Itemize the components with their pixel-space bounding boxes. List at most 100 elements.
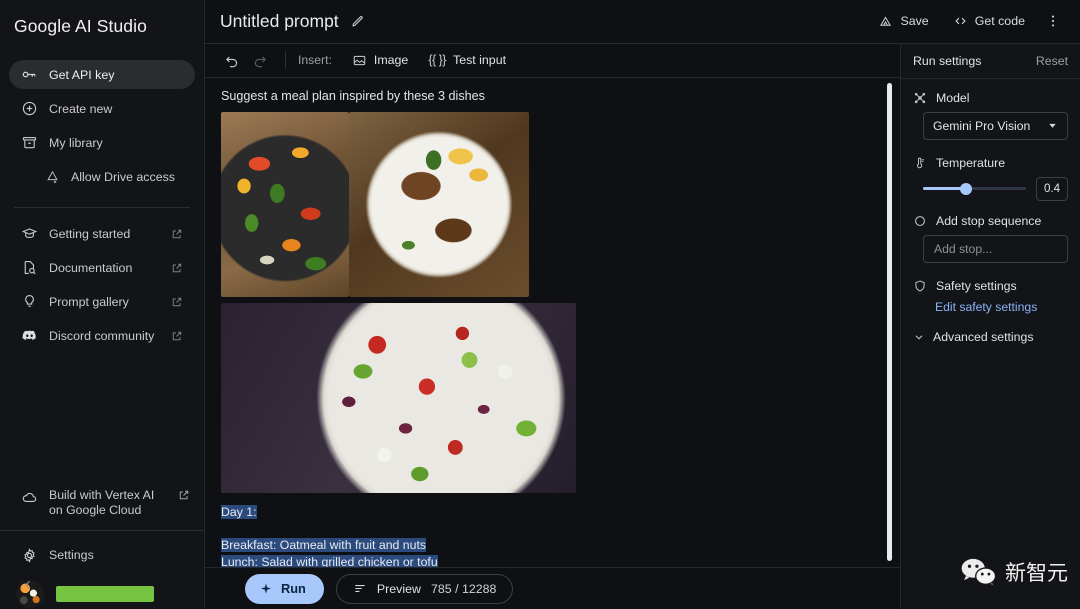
- sidebar-item-label: Documentation: [49, 260, 133, 275]
- model-icon: [913, 91, 927, 105]
- insert-image-button[interactable]: Image: [343, 48, 417, 73]
- prompt-image-greek-salad[interactable]: [221, 302, 576, 493]
- chevron-down-icon: [913, 331, 925, 343]
- curly-braces-icon: {{ }}: [428, 53, 446, 68]
- prompt-image-stirfry[interactable]: [221, 111, 349, 297]
- stop-sequence-label: Add stop sequence: [936, 213, 1042, 228]
- preview-button[interactable]: Preview 785 / 12288: [335, 573, 514, 604]
- sidebar-item-label: Settings: [49, 548, 94, 562]
- temperature-value-input[interactable]: 0.4: [1036, 176, 1068, 201]
- response-line-text: Breakfast: Oatmeal with fruit and nuts: [221, 538, 427, 553]
- redo-icon[interactable]: [247, 47, 273, 73]
- thermometer-icon: [913, 156, 927, 170]
- stop-sequence-input[interactable]: Add stop...: [923, 234, 1068, 263]
- stop-sequence-placeholder: Add stop...: [934, 241, 993, 256]
- sidebar-item-create-new[interactable]: Create new: [9, 94, 195, 123]
- sidebar-item-vertex-ai[interactable]: Build with Vertex AI on Google Cloud: [0, 488, 204, 518]
- page-title: Untitled prompt: [220, 10, 339, 31]
- sidebar-item-settings[interactable]: Settings: [0, 543, 204, 567]
- wechat-icon: [960, 557, 998, 587]
- toolbar-separator: [285, 51, 286, 70]
- sidebar-item-label: Prompt gallery: [49, 294, 129, 309]
- app-brand: Google AI Studio: [14, 16, 147, 36]
- circle-icon: [913, 214, 927, 228]
- slider-thumb[interactable]: [960, 182, 973, 195]
- temperature-slider-row: 0.4: [923, 176, 1068, 201]
- safety-settings-label: Safety settings: [936, 278, 1017, 293]
- prompt-image-row: [221, 111, 876, 297]
- plus-circle-icon: [21, 100, 38, 117]
- sidebar-item-discord-community[interactable]: Discord community: [9, 321, 195, 350]
- prompt-text: Suggest a meal plan inspired by these 3 …: [221, 88, 485, 103]
- prompt-image-grilled-chicken[interactable]: [349, 111, 529, 297]
- preview-label: Preview: [376, 581, 421, 596]
- chevron-left-icon: [21, 578, 35, 592]
- response-line-text: Lunch: Salad with grilled chicken or tof…: [221, 554, 438, 568]
- sidebar-item-label: Build with Vertex AI on Google Cloud: [49, 488, 155, 517]
- image-icon: [352, 53, 367, 68]
- top-bar: Untitled prompt Save Get code: [205, 0, 1080, 44]
- sidebar-item-get-api-key[interactable]: Get API key: [9, 60, 195, 89]
- stop-sequence-label-row: Add stop sequence: [913, 214, 1068, 228]
- key-icon: [21, 66, 38, 83]
- undo-icon[interactable]: [219, 47, 245, 73]
- advanced-settings-label: Advanced settings: [933, 329, 1034, 344]
- discord-icon: [21, 327, 38, 344]
- external-link-icon: [171, 228, 183, 240]
- external-link-icon: [171, 330, 183, 342]
- insert-label: Insert:: [298, 53, 332, 68]
- lightbulb-icon: [21, 293, 38, 310]
- temperature-label-row: Temperature: [913, 156, 1068, 170]
- model-select[interactable]: Gemini Pro Vision: [923, 111, 1068, 140]
- sidebar-divider: [14, 207, 190, 208]
- sidebar-item-documentation[interactable]: Documentation: [9, 253, 195, 282]
- temperature-slider[interactable]: [923, 182, 1026, 196]
- run-bar: Run Preview 785 / 12288: [205, 567, 900, 609]
- sidebar-item-label: Getting started: [49, 226, 131, 241]
- run-button[interactable]: Run: [245, 573, 324, 604]
- day-heading-text: Day 1:: [221, 504, 257, 519]
- sidebar-item-label: Discord community: [49, 328, 155, 343]
- prompt-editor[interactable]: Suggest a meal plan inspired by these 3 …: [205, 78, 900, 568]
- main-area: Untitled prompt Save Get code Insert: Im…: [205, 0, 1080, 609]
- chevron-down-icon: [1047, 120, 1058, 131]
- sidebar-item-my-library[interactable]: My library: [9, 128, 195, 157]
- app-root: Google AI Studio Get API key Create new: [0, 0, 1080, 609]
- sidebar-item-label: My library: [49, 135, 103, 150]
- editor-scrollbar[interactable]: [887, 82, 892, 562]
- reset-button[interactable]: Reset: [1036, 54, 1068, 68]
- sidebar-collapse-button[interactable]: [16, 573, 40, 597]
- get-code-button[interactable]: Get code: [944, 8, 1034, 35]
- run-settings-panel: Run settings Reset Model Gemini Pro Visi…: [900, 43, 1080, 609]
- shield-icon: [913, 279, 927, 293]
- model-label: Model: [936, 90, 970, 105]
- sidebar: Google AI Studio Get API key Create new: [0, 0, 205, 609]
- sidebar-item-label: Allow Drive access: [71, 169, 175, 184]
- sidebar-item-getting-started[interactable]: Getting started: [9, 219, 195, 248]
- list-lines-icon: [353, 582, 367, 596]
- run-settings-body: Model Gemini Pro Vision Temperature 0.4 …: [901, 79, 1080, 344]
- model-label-row: Model: [913, 91, 1068, 105]
- save-button[interactable]: Save: [869, 8, 937, 35]
- sidebar-item-allow-drive-access[interactable]: Allow Drive access: [9, 162, 195, 191]
- code-brackets-icon: [953, 14, 968, 29]
- graduation-cap-icon: [21, 225, 38, 242]
- run-settings-header: Run settings Reset: [901, 44, 1080, 79]
- sidebar-footer-divider: [0, 530, 204, 531]
- watermark: 新智元: [960, 557, 1068, 587]
- response-blank-line: [221, 520, 876, 537]
- editor-toolbar: Insert: Image {{ }} Test input: [205, 44, 900, 78]
- kebab-menu-icon[interactable]: [1040, 8, 1066, 34]
- model-selected-value: Gemini Pro Vision: [933, 118, 1031, 133]
- edit-safety-settings-link[interactable]: Edit safety settings: [935, 300, 1068, 314]
- scrollbar-thumb[interactable]: [887, 82, 892, 562]
- prompt-column: Insert: Image {{ }} Test input Suggest a…: [205, 44, 900, 609]
- external-link-icon: [178, 489, 190, 501]
- advanced-settings-toggle[interactable]: Advanced settings: [913, 330, 1068, 344]
- pencil-icon[interactable]: [350, 14, 365, 29]
- sidebar-item-prompt-gallery[interactable]: Prompt gallery: [9, 287, 195, 316]
- response-line: Lunch: Salad with grilled chicken or tof…: [221, 554, 876, 568]
- insert-test-input-button[interactable]: {{ }} Test input: [419, 48, 515, 72]
- sidebar-item-label: Get API key: [49, 67, 115, 82]
